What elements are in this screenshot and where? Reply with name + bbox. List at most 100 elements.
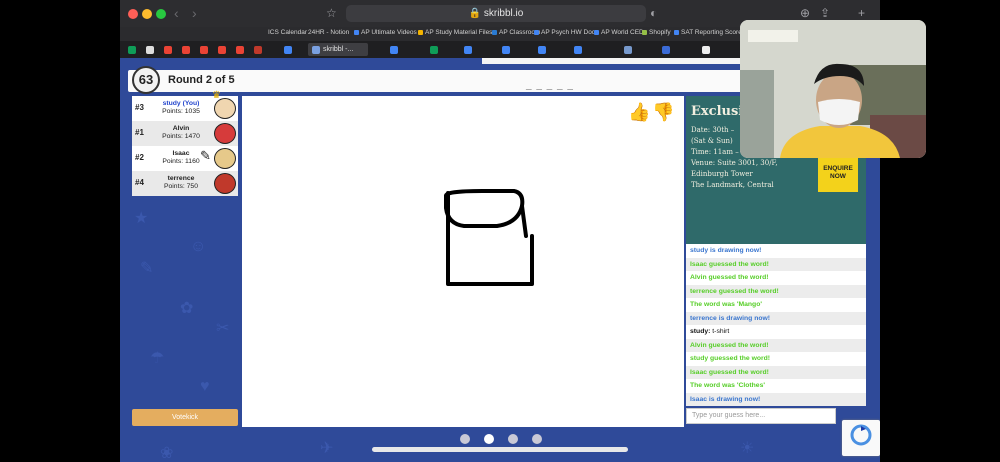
back-icon[interactable]: ‹ [174,5,179,21]
bookmark-item[interactable]: 24HR - Notion [308,29,349,36]
close-window-button[interactable] [128,9,138,19]
tab-sheets[interactable] [426,43,443,56]
shield-icon[interactable]: ◐ [650,6,657,20]
tab-docs[interactable] [280,43,297,56]
tab-gmail[interactable] [178,43,195,56]
doodle-icon: ✿ [180,300,194,317]
chat-message: Alvin guessed the word! [686,338,866,352]
drawing-strokes [444,189,534,286]
video-pip[interactable] [740,20,926,158]
ad-enquire-button[interactable]: ENQUIRE NOW [818,156,858,192]
ad-line: (Sat & Sun) [691,137,733,145]
chat-message: Alvin guessed the word! [690,274,769,281]
home-indicator [372,447,628,452]
tab-skribbl[interactable]: skribbl -... [308,43,368,56]
doodle-icon: ✎ [140,260,154,277]
player-avatar [214,123,236,144]
doodle-icon: ☀ [740,440,755,457]
chat-message: The word was 'Clothes' [690,382,765,389]
page-dot-active[interactable] [484,434,494,444]
player-points: Points: 1470 [162,133,200,140]
page-dot[interactable] [508,434,518,444]
player-avatar [214,148,236,169]
recaptcha-icon [850,424,872,446]
new-tab-icon[interactable]: + [858,6,865,20]
url-text: skribbl.io [483,8,524,19]
page-dot[interactable] [460,434,470,444]
drawing-canvas[interactable]: 👍 👎 [242,96,684,427]
tab-docs[interactable] [386,43,403,56]
player-rank: #3 [135,103,144,112]
tab-gmail[interactable] [232,43,249,56]
player-row[interactable]: #1 Alvin Points: 1470 [132,121,238,146]
bookmark-item[interactable]: ICS Calendar [268,29,307,36]
tab-docs[interactable] [498,43,515,56]
address-bar[interactable]: 🔒 skribbl.io [346,5,646,22]
zoom-window-button[interactable] [156,9,166,19]
doodle-icon: ☺ [190,238,207,255]
tab-gmail[interactable] [196,43,213,56]
tab-docs[interactable] [534,43,551,56]
player-row[interactable]: #3 study (You) Points: 1035 ♛ [132,90,238,121]
chat-message: terrence guessed the word! [686,284,866,298]
chat-log: study is drawing now! Isaac guessed the w… [686,244,866,406]
chat-message: terrence is drawing now! [686,311,866,325]
tab-page[interactable] [658,43,675,56]
player-avatar [214,98,236,119]
tab-page[interactable] [142,43,159,56]
tab-slides[interactable] [250,43,267,56]
votekick-button[interactable]: Votekick [132,409,238,426]
tab-gmail[interactable] [214,43,231,56]
ad-line: Edinburgh Tower [691,170,753,178]
ad-line: The Landmark, Central [691,181,774,189]
reader-icon[interactable]: ☆ [326,6,337,20]
recaptcha-badge[interactable] [842,420,880,456]
bookmark-item[interactable]: Shopify [642,29,671,36]
player-name: terrence [167,175,195,182]
bookmark-item[interactable]: AP Psych HW Doc [534,29,595,36]
tab-docs[interactable] [570,43,587,56]
chat-message: Isaac guessed the word! [686,365,866,379]
doodle-icon: ★ [134,210,149,227]
round-indicator: Round 2 of 5 [168,74,235,86]
doodle-icon: ❀ [160,445,174,462]
guess-input[interactable]: Type your guess here... [686,408,836,424]
ad-line: Venue: Suite 3001, 30/F, [691,159,778,167]
chat-message: The word was 'Mango' [690,301,762,308]
tab-drive[interactable] [124,43,141,56]
chat-text: t-shirt [712,328,730,335]
doodle-icon: ✂ [216,320,230,337]
ad-line: Time: 11am – [691,148,739,156]
bookmark-item[interactable]: AP Study Material Files [418,29,492,36]
pencil-icon: ✎ [200,148,211,163]
chat-message: study: t-shirt [686,325,866,339]
ad-line: Date: 30th – [691,126,735,134]
page-dot[interactable] [532,434,542,444]
player-row[interactable]: #2 Isaac Points: 1160 ✎ [132,146,238,171]
tab-gmail[interactable] [160,43,177,56]
chat-message: Isaac guessed the word! [686,257,866,271]
lock-icon: 🔒 [468,8,484,19]
player-avatar [214,173,236,194]
tab-docs[interactable] [460,43,477,56]
download-icon[interactable]: ⊕ [800,6,810,20]
top-ad-strip [482,58,740,64]
crown-icon: ♛ [212,90,221,101]
tab-google[interactable] [698,43,715,56]
player-rank: #1 [135,128,144,137]
player-name: Alvin [172,125,190,132]
tab-page[interactable] [620,43,637,56]
bookmark-item[interactable]: AP Ultimate Videos [354,29,417,36]
bookmark-item[interactable]: AP World CED [594,29,644,36]
bookmark-item[interactable]: SAT Reporting Scores [674,29,745,36]
forward-icon[interactable]: › [192,5,197,21]
doodle-icon: ☂ [150,350,165,367]
timer-clock: 63 [132,66,160,94]
player-points: Points: 1035 [162,108,200,115]
word-hint: _ _ _ _ _ [526,80,574,91]
player-name: study (You) [162,100,200,107]
share-icon[interactable]: ⇪ [820,6,830,20]
doodle-icon: ♥ [200,378,210,395]
minimize-window-button[interactable] [142,9,152,19]
player-row[interactable]: #4 terrence Points: 750 [132,171,238,196]
